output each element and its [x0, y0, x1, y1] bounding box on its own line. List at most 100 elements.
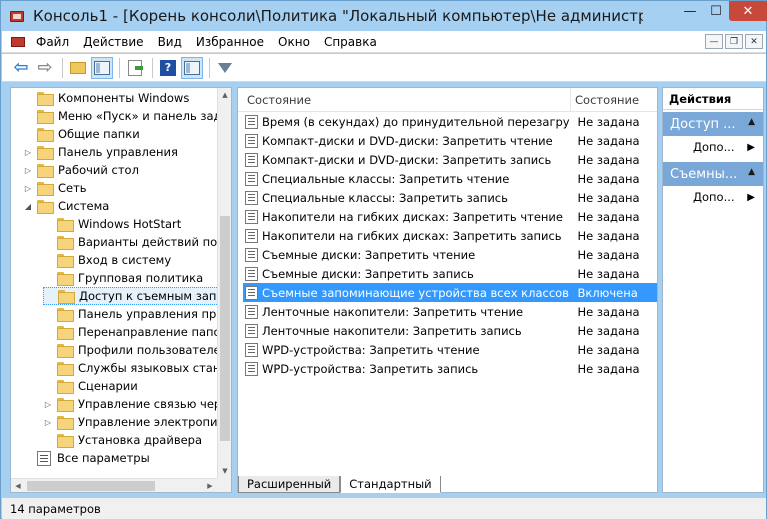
- tree-item[interactable]: Компоненты Windows: [23, 89, 217, 107]
- close-button[interactable]: ✕: [729, 1, 767, 21]
- table-row[interactable]: WPD-устройства: Запретить запись Не задан…: [238, 359, 657, 378]
- tree-item[interactable]: Windows HotStart: [43, 215, 217, 233]
- menu-view[interactable]: Вид: [151, 35, 189, 49]
- setting-name: Ленточные накопители: Запретить запись: [262, 323, 522, 338]
- status-text: 14 параметров: [10, 501, 101, 516]
- show-hide-tree-button[interactable]: [91, 56, 113, 79]
- table-row[interactable]: Специальные классы: Запретить чтение Не з…: [238, 169, 657, 188]
- setting-state: Не задана: [577, 247, 640, 262]
- tree-expander-icon[interactable]: ▷: [23, 166, 33, 175]
- tree-item-label: Панель управления прои: [78, 307, 217, 321]
- tree-scroll-thumb[interactable]: [220, 216, 230, 441]
- actions-section-removable[interactable]: Съемны... ▲: [663, 162, 763, 186]
- table-row[interactable]: Накопители на гибких дисках: Запретить з…: [238, 226, 657, 245]
- menu-file[interactable]: Файл: [29, 35, 76, 49]
- export-list-button[interactable]: [124, 57, 146, 79]
- tree-item[interactable]: ▷ Рабочий стол: [23, 161, 179, 179]
- tree-item[interactable]: Профили пользователей: [43, 341, 217, 359]
- tree-item[interactable]: Меню «Пуск» и панель задач: [23, 107, 217, 125]
- tree-horizontal-scrollbar[interactable]: ◀ ▶: [11, 478, 217, 492]
- table-row[interactable]: Специальные классы: Запретить запись Не з…: [238, 188, 657, 207]
- column-header-state[interactable]: Состояние: [575, 93, 639, 107]
- forward-arrow-icon[interactable]: ⇨: [34, 57, 56, 79]
- mdi-restore-button[interactable]: ❐: [725, 34, 743, 49]
- tree-item[interactable]: Доступ к съемным запом: [43, 287, 217, 305]
- tree-item[interactable]: Установка драйвера: [43, 431, 217, 449]
- tree-item[interactable]: Сценарии: [43, 377, 178, 395]
- folder-icon: [57, 217, 74, 232]
- scroll-right-icon[interactable]: ▶: [203, 479, 217, 492]
- tree-hscroll-thumb[interactable]: [27, 481, 155, 491]
- table-row[interactable]: Накопители на гибких дисках: Запретить ч…: [238, 207, 657, 226]
- tree-item[interactable]: ▷ Управление связью чере: [43, 395, 217, 413]
- setting-state: Не задана: [577, 266, 640, 281]
- table-row[interactable]: Время (в секундах) до принудительной пер…: [238, 112, 657, 131]
- tree-item[interactable]: Панель управления прои: [43, 305, 217, 323]
- tree-item[interactable]: ▷ Управление электропита: [43, 413, 217, 431]
- help-button[interactable]: ?: [157, 57, 179, 79]
- column-header-setting[interactable]: Состояние: [247, 93, 311, 107]
- table-row[interactable]: Компакт-диски и DVD-диски: Запретить чте…: [238, 131, 657, 150]
- actions-item-more[interactable]: Допо... ▶: [663, 186, 763, 208]
- mdi-minimize-button[interactable]: —: [705, 34, 723, 49]
- scroll-left-icon[interactable]: ◀: [11, 479, 25, 492]
- actions-item-more[interactable]: Допо... ▶: [663, 136, 763, 158]
- table-row[interactable]: Съемные запоминающие устройства всех кла…: [243, 283, 657, 302]
- console-menu-icon[interactable]: [11, 35, 25, 49]
- tree-item[interactable]: Службы языковых станда: [43, 359, 217, 377]
- tree-item[interactable]: Перенаправление папок: [43, 323, 217, 341]
- tree-item[interactable]: Вход в систему: [43, 251, 211, 269]
- table-row[interactable]: Съемные диски: Запретить запись Не задана: [238, 264, 657, 283]
- mdi-close-button[interactable]: ✕: [745, 34, 763, 49]
- scroll-down-icon[interactable]: ▼: [218, 464, 231, 478]
- policy-setting-icon: [245, 228, 258, 243]
- setting-state: Не задана: [577, 361, 640, 376]
- up-one-level-button[interactable]: [67, 57, 89, 79]
- tree-expander-icon[interactable]: ◢: [23, 202, 33, 211]
- actions-item-label: Допо...: [693, 190, 735, 204]
- maximize-button[interactable]: ☐: [703, 1, 729, 21]
- table-row[interactable]: WPD-устройства: Запретить чтение Не задан…: [238, 340, 657, 359]
- scroll-up-icon[interactable]: ▲: [218, 88, 231, 102]
- tree-expander-icon[interactable]: ▷: [43, 400, 53, 409]
- table-row[interactable]: Съемные диски: Запретить чтение Не задана: [238, 245, 657, 264]
- collapse-up-icon[interactable]: ▲: [748, 117, 755, 127]
- tree-item-label: Вход в систему: [78, 253, 172, 267]
- tree-expander-icon[interactable]: ▷: [43, 418, 53, 427]
- tab-standard[interactable]: Стандартный: [340, 476, 441, 493]
- tree-item[interactable]: Общие папки: [23, 125, 180, 143]
- console-app-icon[interactable]: [9, 8, 25, 24]
- client-area: Компоненты Windows Меню «Пуск» и панель з…: [2, 83, 766, 496]
- menu-favorites[interactable]: Избранное: [189, 35, 271, 49]
- tree-item-label: Профили пользователей: [78, 343, 217, 357]
- tree-expander-icon[interactable]: ▷: [23, 184, 33, 193]
- tree-item[interactable]: Групповая политика: [43, 269, 217, 287]
- tree-expander-icon[interactable]: ▷: [23, 148, 33, 157]
- tree-item-label: Windows HotStart: [78, 217, 182, 231]
- back-arrow-icon[interactable]: ⇦: [10, 57, 32, 79]
- menu-help[interactable]: Справка: [317, 35, 384, 49]
- title-bar[interactable]: Консоль1 - [Корень консоли\Политика "Лок…: [1, 1, 767, 31]
- tree-item[interactable]: ▷ Сеть: [23, 179, 127, 197]
- minimize-button[interactable]: —: [677, 1, 703, 21]
- tree-item[interactable]: ▷ Панель управления: [23, 143, 217, 161]
- tree-item-label: Все параметры: [57, 451, 150, 465]
- table-row[interactable]: Ленточные накопители: Запретить запись Не…: [238, 321, 657, 340]
- export-list-icon: [128, 59, 143, 76]
- tree-item[interactable]: Все параметры: [23, 449, 190, 467]
- menu-window[interactable]: Окно: [271, 35, 317, 49]
- setting-state: Не задана: [577, 304, 640, 319]
- table-row[interactable]: Компакт-диски и DVD-диски: Запретить зап…: [238, 150, 657, 169]
- show-hide-action-pane-button[interactable]: [181, 56, 203, 79]
- actions-section-access[interactable]: Доступ ... ▲: [663, 112, 763, 136]
- tree-item[interactable]: ◢ Система: [23, 197, 149, 215]
- tree-item[interactable]: Варианты действий после: [43, 233, 217, 251]
- tab-extended[interactable]: Расширенный: [238, 476, 341, 493]
- folder-icon: [37, 145, 54, 160]
- column-divider[interactable]: [570, 88, 571, 112]
- filter-button[interactable]: [214, 57, 236, 79]
- table-row[interactable]: Ленточные накопители: Запретить чтение Не…: [238, 302, 657, 321]
- menu-action[interactable]: Действие: [76, 35, 150, 49]
- tree-vertical-scrollbar[interactable]: ▲ ▼: [217, 88, 231, 478]
- collapse-up-icon[interactable]: ▲: [748, 167, 755, 177]
